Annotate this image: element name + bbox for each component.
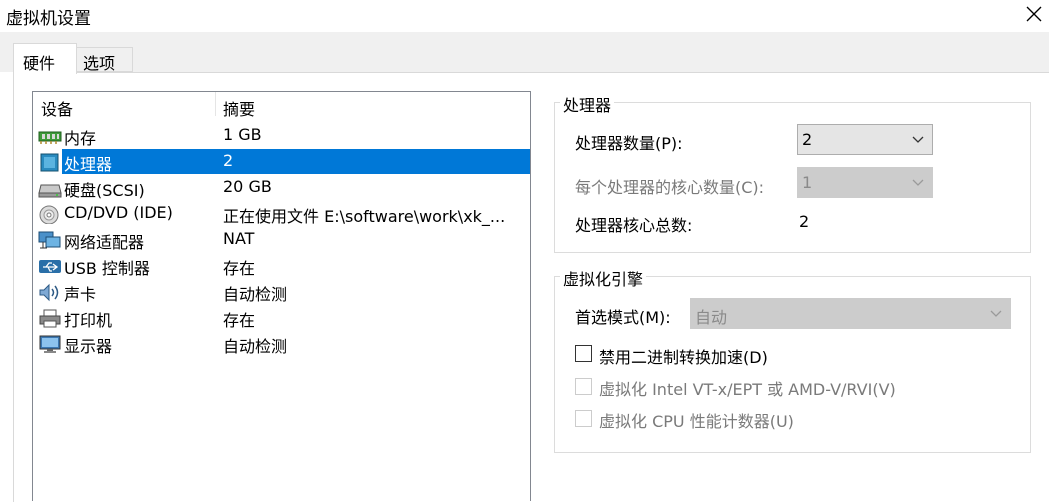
device-summary: 1 GB <box>223 125 262 144</box>
device-summary: 自动检测 <box>223 285 288 304</box>
virtualization-group-title: 虚拟化引擎 <box>560 266 647 290</box>
cores-per-processor-value: 1 <box>802 173 813 192</box>
device-row-cd-dvd[interactable]: CD/DVD (IDE) 正在使用文件 E:\software\work\xk_… <box>33 201 530 227</box>
device-name: 处理器 <box>64 155 113 174</box>
chevron-down-icon <box>912 136 924 143</box>
device-summary: NAT <box>223 229 255 248</box>
device-name: 显示器 <box>64 337 113 356</box>
network-adapter-icon <box>38 231 61 249</box>
cd-dvd-icon <box>39 205 59 224</box>
device-summary: 存在 <box>223 259 256 278</box>
disable-binary-translation-checkbox[interactable] <box>575 345 592 362</box>
column-separator[interactable] <box>215 92 216 116</box>
device-row-network-adapter[interactable]: 网络适配器 NAT <box>33 227 530 253</box>
device-list-header: 设备 摘要 <box>33 92 530 120</box>
device-name: CD/DVD (IDE) <box>64 203 173 222</box>
device-summary: 20 GB <box>223 177 272 196</box>
processor-icon <box>40 153 59 172</box>
window-title: 虚拟机设置 <box>6 9 91 29</box>
device-summary: 自动检测 <box>223 337 288 356</box>
cores-per-processor-label: 每个处理器的核心数量(C): <box>575 178 765 197</box>
device-name: 内存 <box>64 129 97 148</box>
cores-per-processor-select[interactable]: 1 <box>797 167 933 198</box>
preferred-mode-select[interactable]: 自动 <box>690 298 1011 329</box>
device-name: USB 控制器 <box>64 259 150 278</box>
disable-binary-translation-label: 禁用二进制转换加速(D) <box>599 348 768 367</box>
device-summary: 存在 <box>223 311 256 330</box>
virtualize-vtx-checkbox[interactable] <box>575 378 592 395</box>
column-header-device[interactable]: 设备 <box>41 96 73 120</box>
device-row-usb[interactable]: USB 控制器 存在 <box>33 253 530 279</box>
device-name: 声卡 <box>64 285 97 304</box>
device-row-processor[interactable]: 处理器 2 <box>33 149 530 175</box>
tab-hardware[interactable]: 硬件 <box>13 43 77 74</box>
device-list[interactable]: 设备 摘要 内存 1 GB 处理器 2 硬盘(SCSI) 20 GB CD/DV… <box>32 91 531 501</box>
total-cores-value: 2 <box>799 212 810 231</box>
device-row-sound-card[interactable]: 声卡 自动检测 <box>33 279 530 305</box>
processor-group-title: 处理器 <box>560 92 615 116</box>
device-summary: 2 <box>223 151 234 170</box>
chevron-down-icon <box>990 310 1002 317</box>
device-row-memory[interactable]: 内存 1 GB <box>33 123 530 149</box>
column-header-summary[interactable]: 摘要 <box>223 96 255 120</box>
usb-icon <box>39 260 61 273</box>
preferred-mode-value: 自动 <box>695 308 728 327</box>
display-icon <box>39 335 61 353</box>
printer-icon <box>39 309 61 328</box>
device-name: 硬盘(SCSI) <box>64 181 145 200</box>
tab-options[interactable]: 选项 <box>76 47 133 73</box>
close-button[interactable] <box>1017 0 1049 30</box>
device-row-printer[interactable]: 打印机 存在 <box>33 305 530 331</box>
device-row-harddisk[interactable]: 硬盘(SCSI) 20 GB <box>33 175 530 201</box>
preferred-mode-label: 首选模式(M): <box>575 308 671 327</box>
total-cores-label: 处理器核心总数: <box>575 216 693 235</box>
virtualize-cpu-counters-label: 虚拟化 CPU 性能计数器(U) <box>599 412 794 431</box>
device-name: 打印机 <box>64 311 113 330</box>
memory-icon <box>38 131 62 144</box>
harddisk-icon <box>38 184 62 198</box>
device-summary: 正在使用文件 E:\software\work\xk_... <box>223 207 506 226</box>
device-row-display[interactable]: 显示器 自动检测 <box>33 331 530 357</box>
device-name: 网络适配器 <box>64 233 145 252</box>
processor-count-label: 处理器数量(P): <box>575 134 683 153</box>
title-bar: 虚拟机设置 <box>0 0 1049 32</box>
processor-count-value: 2 <box>802 130 813 149</box>
close-icon <box>1026 6 1042 22</box>
virtualize-vtx-label: 虚拟化 Intel VT-x/EPT 或 AMD-V/RVI(V) <box>599 380 896 399</box>
chevron-down-icon <box>912 179 924 186</box>
sound-card-icon <box>39 283 59 302</box>
virtualize-cpu-counters-checkbox[interactable] <box>575 410 592 427</box>
processor-count-select[interactable]: 2 <box>797 124 933 155</box>
tab-strip <box>0 32 1049 72</box>
